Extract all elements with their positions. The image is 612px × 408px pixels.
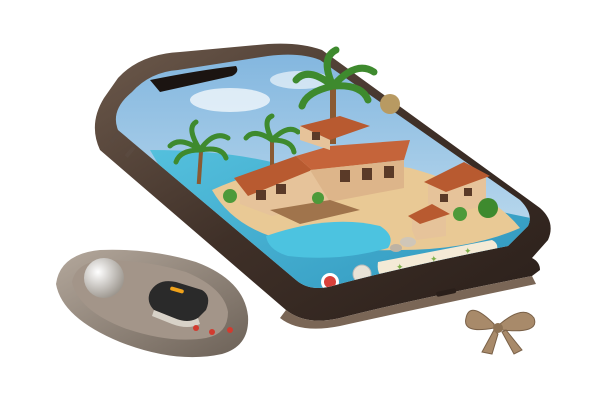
product-scene: ✦ ✦ ✦ <box>56 43 551 358</box>
joystick-ball[interactable] <box>84 258 124 298</box>
indicator-dot <box>209 329 215 335</box>
bush <box>478 198 498 218</box>
indicator-dot <box>193 325 199 331</box>
bush <box>223 189 237 203</box>
indicator-dot <box>227 327 233 333</box>
bush <box>312 192 324 204</box>
rock <box>390 244 402 252</box>
cloud <box>190 88 270 112</box>
gold-ornament <box>380 94 400 114</box>
bush <box>453 207 467 221</box>
rock <box>400 237 416 247</box>
bow-charm-icon <box>465 309 536 355</box>
controller-dock <box>56 249 249 358</box>
